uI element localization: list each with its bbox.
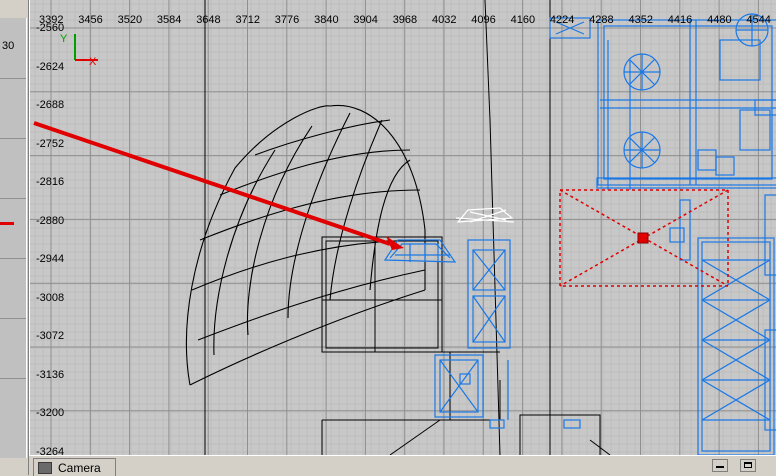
viewport-canvas[interactable] (30, 0, 776, 455)
top-orthographic-viewport[interactable]: Y X 3392 3456 3520 3584 3648 3712 3776 3840 3904… (29, 0, 776, 455)
x-coordinate-label: 4224 (549, 14, 575, 26)
x-coordinate-label: 4096 (471, 14, 496, 26)
y-coordinate-label: -2560 (36, 22, 65, 34)
x-coordinate-label: 3712 (235, 14, 260, 26)
x-coordinate-label: 4352 (628, 14, 653, 26)
left-panel-tick (0, 378, 26, 379)
x-coordinate-label: 4160 (510, 14, 536, 26)
x-coordinate-label: 4032 (432, 14, 457, 26)
x-coordinate-label: 3904 (353, 14, 378, 26)
maximize-button[interactable] (740, 459, 756, 472)
left-panel-viewport: 30 (0, 18, 27, 458)
viewport-grid (30, 0, 776, 455)
x-coordinate-label: 3968 (392, 14, 418, 26)
y-coordinate-label: -2880 (36, 214, 65, 227)
maximize-icon (744, 462, 752, 468)
camera-tab[interactable]: Camera (33, 458, 116, 476)
left-panel-label: 30 (2, 40, 15, 52)
x-coordinate-label: 4416 (667, 14, 693, 26)
left-panel-tick (0, 318, 26, 319)
viewport-status-bar: Camera (29, 455, 776, 476)
y-coordinate-label: -3200 (36, 407, 65, 419)
x-coordinate-label: 4288 (589, 14, 614, 26)
x-coordinate-label: 3520 (117, 14, 143, 26)
x-coordinate-label: 3648 (196, 14, 221, 26)
minimize-icon (716, 466, 724, 468)
x-coordinate-label: 3456 (78, 14, 103, 26)
x-coordinate-label: 3840 (314, 14, 339, 26)
left-panel-tick (0, 258, 26, 259)
left-side-panel: 30 (0, 0, 29, 475)
left-panel-tick (0, 78, 26, 79)
y-coordinate-label: -2624 (36, 60, 65, 73)
y-coordinate-label: -2944 (36, 253, 65, 265)
minimize-button[interactable] (712, 459, 728, 472)
y-coordinate-label: -2688 (36, 99, 65, 111)
y-coordinate-label: -2816 (36, 176, 65, 188)
left-panel-camera-line (0, 222, 14, 225)
x-coordinate-label: 4480 (707, 14, 732, 26)
y-coordinate-label: -3072 (36, 330, 65, 342)
y-coordinate-label: -3008 (36, 291, 65, 304)
gizmo-x-label: X (89, 56, 97, 68)
camera-tab-label: Camera (58, 460, 101, 475)
left-panel-tick (0, 138, 26, 139)
gizmo-y-label: Y (60, 33, 68, 45)
y-coordinate-label: -2752 (36, 137, 65, 150)
x-coordinate-label: 3776 (274, 14, 300, 26)
camera-icon (38, 461, 52, 474)
x-coordinate-label: 4544 (746, 14, 771, 26)
y-coordinate-label: -3264 (36, 445, 65, 456)
left-panel-tick (0, 198, 26, 199)
y-coordinate-label: -3136 (36, 368, 65, 381)
x-coordinate-label: 3584 (156, 14, 182, 26)
